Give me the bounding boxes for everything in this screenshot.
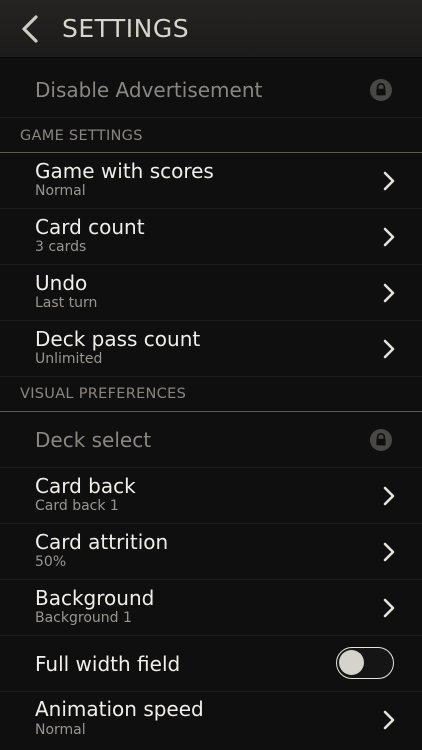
card-attrition-value: 50% xyxy=(35,554,67,570)
chevron-right-icon xyxy=(383,542,395,562)
card-back-value: Card back 1 xyxy=(35,498,119,514)
chevron-right-icon xyxy=(383,339,395,359)
chevron-right-icon xyxy=(383,283,395,303)
back-button[interactable] xyxy=(14,10,50,48)
undo-label: Undo xyxy=(35,271,88,295)
page-title: SETTINGS xyxy=(62,14,190,43)
chevron-left-icon xyxy=(22,15,38,43)
animation-speed-value: Normal xyxy=(35,722,86,738)
settings-screen: SETTINGS Disable Advertisement GAME SETT… xyxy=(0,0,422,750)
deck-pass-count-value: Unlimited xyxy=(35,351,103,367)
card-back-row[interactable]: Card back Card back 1 xyxy=(0,468,422,524)
top-bar: SETTINGS xyxy=(0,0,422,58)
section-label-game-settings: GAME SETTINGS xyxy=(20,128,143,144)
deck-select-label: Deck select xyxy=(35,428,152,452)
animation-speed-row[interactable]: Animation speed Normal xyxy=(0,692,422,750)
full-width-field-label: Full width field xyxy=(35,652,181,676)
undo-row[interactable]: Undo Last turn xyxy=(0,265,422,321)
disable-ads-row[interactable]: Disable Advertisement xyxy=(0,62,422,118)
background-value: Background 1 xyxy=(35,610,132,626)
disable-ads-label: Disable Advertisement xyxy=(35,78,263,102)
section-label-visual-preferences: VISUAL PREFERENCES xyxy=(20,386,187,402)
undo-value: Last turn xyxy=(35,295,98,311)
section-game-settings: GAME SETTINGS xyxy=(0,118,422,153)
game-with-scores-value: Normal xyxy=(35,183,86,199)
background-row[interactable]: Background Background 1 xyxy=(0,580,422,636)
full-width-field-row: Full width field xyxy=(0,636,422,692)
card-back-label: Card back xyxy=(35,474,136,498)
section-visual-preferences: VISUAL PREFERENCES xyxy=(0,377,422,412)
chevron-right-icon xyxy=(383,227,395,247)
chevron-right-icon xyxy=(383,171,395,191)
game-with-scores-row[interactable]: Game with scores Normal xyxy=(0,153,422,209)
animation-speed-label: Animation speed xyxy=(35,697,204,721)
lock-icon xyxy=(370,429,392,451)
full-width-field-toggle[interactable] xyxy=(336,647,394,679)
card-count-label: Card count xyxy=(35,215,145,239)
deck-select-row[interactable]: Deck select xyxy=(0,412,422,468)
deck-pass-count-label: Deck pass count xyxy=(35,327,201,351)
card-count-row[interactable]: Card count 3 cards xyxy=(0,209,422,265)
background-label: Background xyxy=(35,586,155,610)
game-with-scores-label: Game with scores xyxy=(35,159,214,183)
card-count-value: 3 cards xyxy=(35,239,87,255)
chevron-right-icon xyxy=(383,710,395,730)
toggle-knob xyxy=(339,650,364,675)
deck-pass-count-row[interactable]: Deck pass count Unlimited xyxy=(0,321,422,377)
lock-icon xyxy=(370,79,392,101)
chevron-right-icon xyxy=(383,598,395,618)
chevron-right-icon xyxy=(383,486,395,506)
card-attrition-label: Card attrition xyxy=(35,530,169,554)
card-attrition-row[interactable]: Card attrition 50% xyxy=(0,524,422,580)
